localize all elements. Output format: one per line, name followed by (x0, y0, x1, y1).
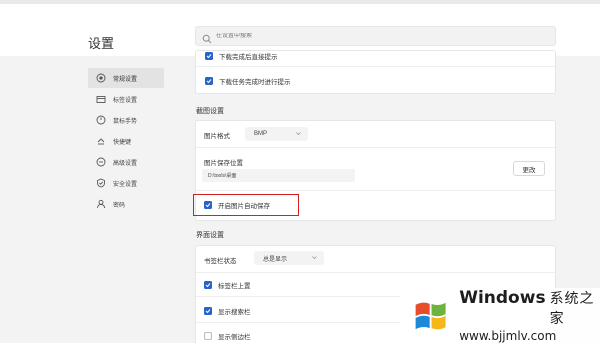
tabs-on-top-checkbox[interactable] (204, 281, 212, 289)
watermark-text: Windows 系统之家 www.bjjmlv.com (459, 288, 600, 343)
watermark-url: www.bjjmlv.com (459, 329, 557, 343)
screenshot-divider-1 (196, 147, 555, 148)
sidebar-item-label: 安全设置 (113, 181, 138, 188)
sidebar-item-tabs[interactable]: 标签设置 (88, 89, 164, 109)
image-format-value: BMP (254, 131, 268, 137)
search-input[interactable] (216, 33, 516, 39)
tabbar-status-label: 书签栏状态 (204, 258, 237, 265)
top-border (0, 0, 600, 4)
keyboard-icon (96, 136, 106, 146)
download-partial-label: 下载完成后直接提示 (219, 54, 278, 60)
sidebar-item-label: 快捷键 (113, 139, 132, 146)
page-title: 设置 (88, 36, 115, 51)
interface-divider-1 (196, 272, 555, 273)
tabs-on-top-row[interactable]: 标签栏上置 (204, 280, 251, 290)
highlight-box (193, 194, 299, 216)
sidebar-item-label: 高级设置 (113, 160, 138, 167)
sidebar-item-shortcuts[interactable]: 快捷键 (88, 131, 164, 151)
sidebar-item-label: 密码 (113, 202, 126, 209)
show-search-row[interactable]: 显示搜索栏 (204, 306, 251, 316)
tabbar-status-select[interactable]: 总是显示 (254, 251, 324, 265)
download-notify-checkbox[interactable] (205, 77, 213, 85)
watermark: Windows 系统之家 www.bjjmlv.com (400, 288, 600, 343)
show-search-label: 显示搜索栏 (218, 309, 251, 316)
sidebar-item-label: 鼠标手势 (113, 118, 138, 125)
save-path-field[interactable]: D:\tools\桌面 (202, 169, 355, 182)
shield-icon (96, 178, 106, 188)
tab-icon (96, 94, 106, 104)
advanced-icon (96, 157, 106, 167)
download-partial-row[interactable]: 下载完成后直接提示 (205, 52, 278, 60)
chevron-down-icon (295, 130, 302, 137)
sidebar-item-label: 常规设置 (113, 76, 138, 83)
sidebar-item-mouse-gesture[interactable]: 鼠标手势 (88, 110, 164, 130)
download-partial-checkbox[interactable] (205, 52, 213, 60)
windows-logo-icon (415, 302, 446, 329)
tabs-on-top-label: 标签栏上置 (218, 283, 251, 290)
screenshot-divider-2 (196, 190, 555, 191)
search-icon (202, 31, 212, 44)
watermark-title-row: Windows 系统之家 (459, 288, 600, 328)
download-notify-label: 下载任务完成时进行提示 (219, 79, 291, 86)
screenshot-section-title: 截图设置 (196, 108, 224, 115)
user-icon (96, 199, 106, 209)
sidebar-item-label: 标签设置 (113, 97, 138, 104)
save-path-value: D:\tools\桌面 (208, 173, 237, 179)
sidebar: 常规设置 标签设置 鼠标手势 快捷键 高级设置 安全设置 密码 (88, 68, 164, 215)
target-icon (96, 73, 106, 83)
show-sidebar-row[interactable]: 显示侧边栏 (204, 331, 251, 341)
download-notify-row[interactable]: 下载任务完成时进行提示 (205, 76, 291, 86)
mouse-icon (96, 115, 106, 125)
show-sidebar-label: 显示侧边栏 (218, 334, 251, 341)
sidebar-item-security[interactable]: 安全设置 (88, 173, 164, 193)
interface-section-title: 界面设置 (196, 232, 224, 239)
chevron-down-icon (311, 254, 318, 261)
show-sidebar-checkbox[interactable] (204, 332, 212, 340)
watermark-subtitle: 系统之家 (549, 290, 595, 326)
image-format-select[interactable]: BMP (245, 127, 308, 141)
search-box[interactable] (195, 26, 556, 46)
tabbar-status-value: 总是显示 (263, 256, 288, 263)
sidebar-item-general[interactable]: 常规设置 (88, 68, 164, 88)
download-divider (196, 66, 555, 67)
show-search-checkbox[interactable] (204, 307, 212, 315)
save-location-label: 图片保存位置 (204, 160, 243, 167)
sidebar-item-password[interactable]: 密码 (88, 194, 164, 214)
watermark-title: Windows (459, 288, 546, 308)
sidebar-item-advanced[interactable]: 高级设置 (88, 152, 164, 172)
change-path-button[interactable]: 更改 (513, 161, 545, 176)
image-format-label: 图片格式 (204, 133, 230, 140)
